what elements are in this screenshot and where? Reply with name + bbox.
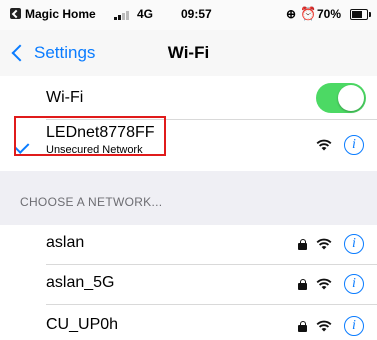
network-ssid: aslan [46, 234, 85, 251]
alarm-icon: ⏰ [300, 6, 317, 21]
info-icon[interactable]: i [344, 135, 364, 155]
wifi-toggle-switch[interactable] [316, 83, 366, 113]
wifi-signal-icon [316, 278, 332, 290]
wifi-toggle-label: Wi-Fi [46, 89, 84, 106]
choose-network-header: CHOOSE A NETWORK... [20, 195, 163, 209]
network-row[interactable]: CU_UP0h i [0, 305, 377, 340]
carrier-label: Magic Home [25, 7, 96, 21]
wifi-signal-icon [316, 320, 332, 332]
lock-icon [298, 279, 307, 290]
page-title: Wi-Fi [167, 43, 210, 62]
lock-icon [298, 321, 307, 332]
network-ssid: CU_UP0h [46, 316, 119, 333]
wifi-signal-icon [316, 139, 332, 151]
section-header: CHOOSE A NETWORK... [0, 171, 377, 225]
info-icon[interactable]: i [344, 234, 364, 254]
lock-icon [298, 239, 307, 250]
info-icon[interactable]: i [344, 316, 364, 336]
network-type: 4G [137, 7, 154, 21]
back-to-app-icon[interactable] [10, 8, 21, 19]
battery-percent: 70% [317, 7, 342, 21]
rotation-lock-icon: ⊕ [286, 7, 297, 21]
toggle-knob [338, 85, 364, 111]
clock: 09:57 [181, 7, 212, 21]
info-icon[interactable]: i [344, 274, 364, 294]
highlight-box [14, 116, 166, 156]
wifi-toggle-row: Wi-Fi [0, 76, 377, 120]
network-row[interactable]: aslan_5G i [0, 265, 377, 304]
network-row[interactable]: aslan i [0, 225, 377, 264]
wifi-signal-icon [316, 238, 332, 250]
navigation-bar: Settings Wi-Fi [0, 30, 377, 77]
signal-bars-icon [114, 9, 132, 20]
network-ssid: aslan_5G [46, 274, 115, 291]
battery-icon [350, 9, 371, 20]
status-bar: Magic Home 4G 09:57 ⊕ ⏰ 70% [0, 0, 377, 30]
